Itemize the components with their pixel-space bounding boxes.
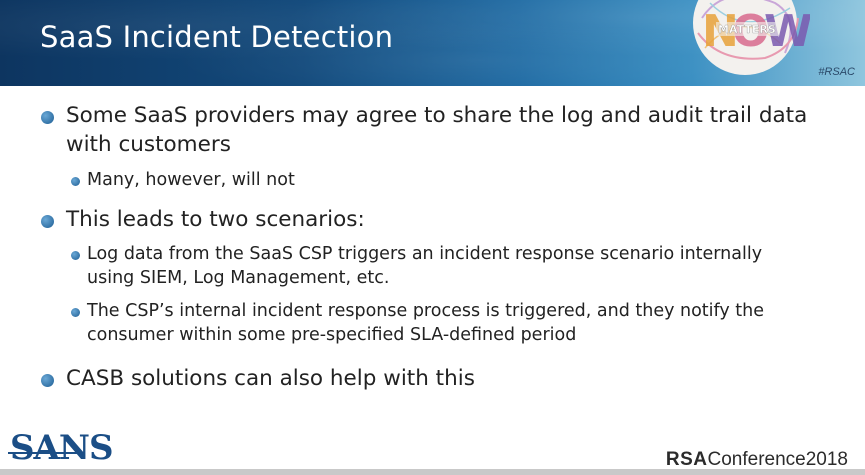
sub-bullet-3-line1: The CSP’s internal incident response pro… (87, 301, 765, 321)
sans-logo-text: SANS (10, 428, 114, 468)
slide-title: SaaS Incident Detection (40, 20, 394, 54)
now-matters-logo: N O W MATTERS (693, 0, 810, 75)
rsa-wordmark: RSA (665, 449, 708, 470)
sub-bullet-dot (71, 177, 80, 186)
bullet-1-line1: Some SaaS providers may agree to share t… (66, 103, 808, 128)
footer-rule (0, 469, 865, 475)
rsa-conference-logo: RSAConference2018 (666, 449, 848, 471)
sub-bullet-dot (71, 251, 80, 260)
sans-logo: SANS (8, 428, 114, 468)
slide-header: SaaS Incident Detection N O W MATTERS #R… (0, 0, 865, 86)
sub-bullet-dot (71, 308, 80, 317)
conference-wordmark: Conference2018 (707, 449, 849, 470)
bullet-1-line2: with customers (66, 132, 231, 157)
hashtag-label: #RSAC (818, 66, 855, 78)
bullet-dot (41, 374, 54, 387)
sub-bullet-2-line2: using SIEM, Log Management, etc. (87, 268, 390, 288)
bullet-dot (41, 111, 54, 124)
bullet-dot (41, 215, 54, 228)
sans-logo-strike (8, 452, 80, 454)
bullet-3: CASB solutions can also help with this (66, 366, 475, 391)
sub-bullet-2-line1: Log data from the SaaS CSP triggers an i… (87, 244, 763, 264)
bullet-2: This leads to two scenarios: (66, 207, 365, 232)
sub-bullet-1: Many, however, will not (87, 170, 295, 190)
badge-text: MATTERS (718, 23, 776, 36)
sub-bullet-3-line2: consumer within some pre-specified SLA-d… (87, 325, 577, 345)
